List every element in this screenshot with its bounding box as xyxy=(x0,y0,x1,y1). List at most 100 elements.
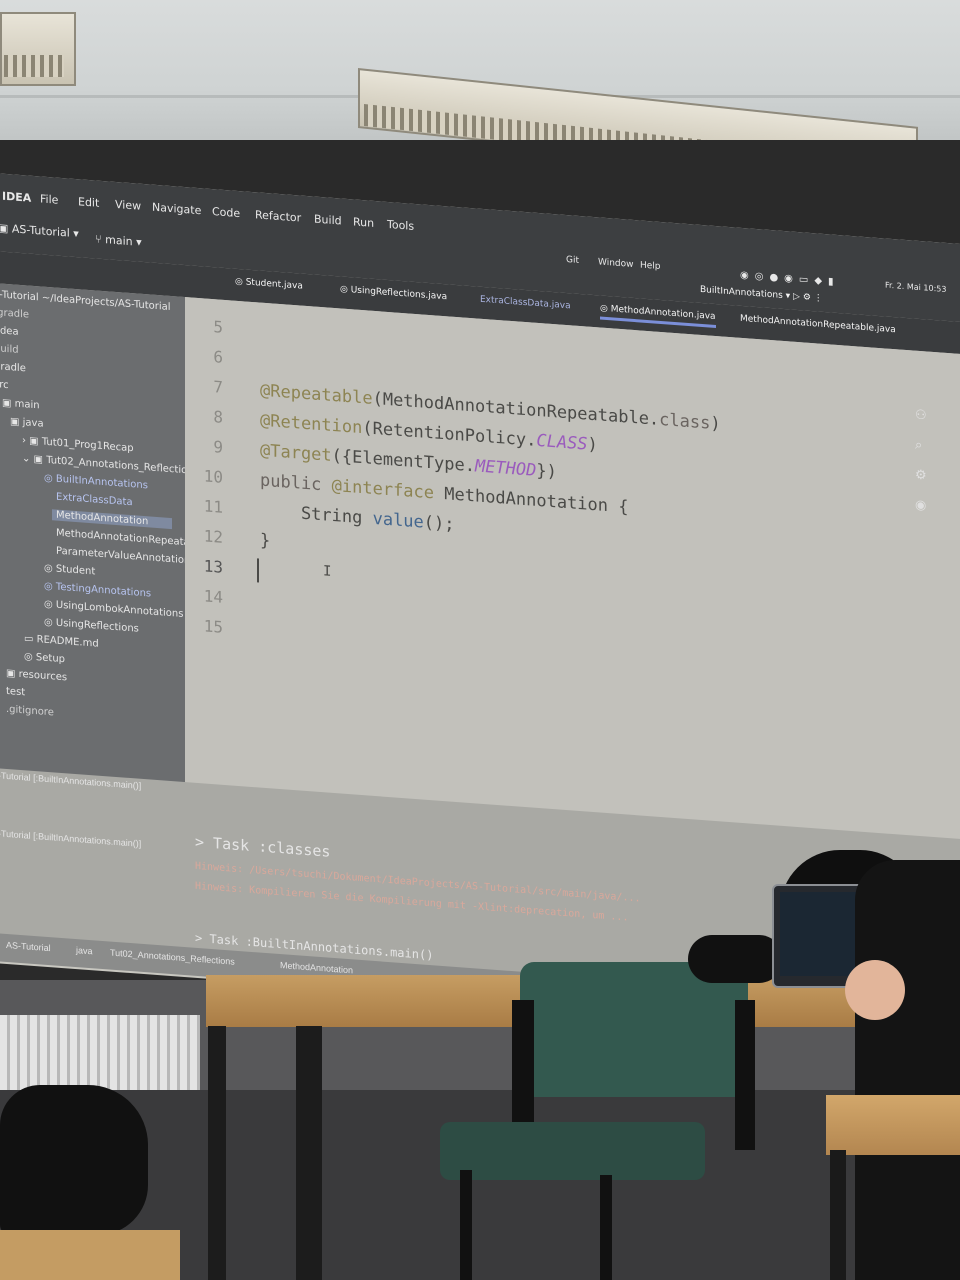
line-number-current: 13 xyxy=(203,556,223,577)
folder-icon: ▣ xyxy=(6,667,19,680)
project-switcher[interactable]: ▣ AS-Tutorial ▾ xyxy=(0,221,79,240)
markdown-icon: ▭ xyxy=(24,633,37,646)
menu-git[interactable]: Git xyxy=(566,255,579,266)
menu-tools[interactable]: Tools xyxy=(387,218,414,233)
text-caret xyxy=(257,558,259,583)
menu-file[interactable]: File xyxy=(40,192,58,206)
tree-class-usingreflections[interactable]: ◎ UsingReflections xyxy=(44,617,139,635)
tab-extraclassdata[interactable]: ExtraClassData.java xyxy=(480,295,571,312)
menu-window[interactable]: Window xyxy=(598,257,634,270)
bag xyxy=(0,1085,148,1235)
tree-file-readme[interactable]: ▭ README.md xyxy=(24,633,99,649)
menu-run[interactable]: Run xyxy=(353,215,374,230)
folder-icon: ▣ xyxy=(2,397,15,410)
desk xyxy=(0,1230,180,1280)
class-icon: ◎ xyxy=(44,472,56,485)
system-tray-icons: ◉◎●◉▭◆▮ xyxy=(740,269,840,289)
breadcrumb-item[interactable]: Tut02_Annotations_Reflections xyxy=(110,948,235,967)
menu-view[interactable]: View xyxy=(115,198,141,213)
chair-leg xyxy=(460,1170,472,1280)
tree-folder-resources[interactable]: ▣ resources xyxy=(6,668,67,683)
tab-usingreflections[interactable]: ◎ UsingReflections.java xyxy=(340,284,447,302)
annotation-icon: ◎ xyxy=(600,303,611,315)
line-number: 14 xyxy=(203,586,223,607)
tree-class-parametervalueannotation[interactable]: ParameterValueAnnotation xyxy=(56,546,190,567)
package-icon: ⌄ ▣ xyxy=(22,453,47,466)
menu-edit[interactable]: Edit xyxy=(78,195,99,210)
tree-package-tut01[interactable]: › ▣ Tut01_Prog1Recap xyxy=(22,435,134,454)
tree-folder-main[interactable]: ▣ main xyxy=(2,398,40,412)
tree-file-gitignore[interactable]: .gitignore xyxy=(6,704,54,719)
line-number: 15 xyxy=(203,616,223,637)
line-number: 12 xyxy=(203,526,223,547)
code-line-11: String value(); xyxy=(260,500,455,535)
menu-build[interactable]: Build xyxy=(314,213,342,228)
chair-frame xyxy=(512,1000,534,1140)
mouse-ibeam-icon: I xyxy=(323,563,332,580)
tree-folder-test[interactable]: test xyxy=(6,686,25,698)
desk-leg xyxy=(208,1026,226,1280)
tree-class-builtinannotations[interactable]: ◎ BuiltInAnnotations xyxy=(44,473,148,492)
tree-class-extraclassdata[interactable]: ExtraClassData xyxy=(56,492,133,509)
gear-icon[interactable]: ⚙ xyxy=(915,461,937,493)
ceiling-lamp-left-grille xyxy=(4,55,64,77)
desk-leg xyxy=(296,1026,322,1280)
tree-item[interactable]: .idea xyxy=(0,325,19,338)
tree-class-usinglombokannotations[interactable]: ◎ UsingLombokAnnotations xyxy=(44,599,183,620)
project-icon: ▣ xyxy=(0,221,9,236)
right-toolbar: ⚇ ⌕ ⚙ ◉ xyxy=(915,401,937,553)
radiator xyxy=(0,1015,200,1090)
menu-help[interactable]: Help xyxy=(640,260,661,272)
tree-class-student[interactable]: ◎ Student xyxy=(44,563,95,578)
class-icon: ◎ xyxy=(44,616,56,629)
chair-frame xyxy=(735,1000,755,1150)
menu-refactor[interactable]: Refactor xyxy=(255,208,301,224)
chair-leg xyxy=(600,1175,612,1280)
student-arm xyxy=(845,960,905,1020)
chair-seat xyxy=(440,1122,705,1180)
run-panel-item[interactable]: AS-Tutorial [:BuiltInAnnotations.main()] xyxy=(0,827,141,848)
system-clock: Fr. 2. Mai 10:53 xyxy=(885,280,947,294)
class-icon: ◎ xyxy=(44,598,56,611)
class-icon: ◎ xyxy=(44,580,56,593)
line-number: 11 xyxy=(203,496,223,517)
folder-icon: ▣ xyxy=(10,416,23,429)
package-icon: › ▣ xyxy=(22,435,42,448)
branch-switcher[interactable]: ⑂ main ▾ xyxy=(95,232,142,248)
tree-item[interactable]: src xyxy=(0,379,9,391)
search-icon[interactable]: ⌕ xyxy=(915,431,937,463)
breadcrumb-item[interactable]: AS-Tutorial xyxy=(6,940,51,953)
tree-item[interactable]: gradle xyxy=(0,361,26,374)
tree-folder-java[interactable]: ▣ java xyxy=(10,416,44,429)
breadcrumb-item-current[interactable]: MethodAnnotation xyxy=(280,960,353,975)
java-class-icon: ◎ xyxy=(340,284,351,296)
tree-class-testingannotations[interactable]: ◎ TestingAnnotations xyxy=(44,581,151,600)
menu-code[interactable]: Code xyxy=(212,205,240,220)
student xyxy=(855,860,960,1280)
line-number: 10 xyxy=(203,466,223,487)
desk xyxy=(826,1095,960,1155)
notifications-icon[interactable]: ◉ xyxy=(915,491,937,523)
person-icon[interactable]: ⚇ xyxy=(915,401,937,433)
code-line-12: } xyxy=(260,530,271,552)
tree-item-setup[interactable]: ◎ Setup xyxy=(24,651,65,665)
app-name: IDEA xyxy=(2,189,32,205)
tree-item[interactable]: .gradle xyxy=(0,307,29,321)
menu-navigate[interactable]: Navigate xyxy=(152,201,201,218)
tab-methodannotation[interactable]: ◎ MethodAnnotation.java xyxy=(600,303,716,329)
tab-student[interactable]: ◎ Student.java xyxy=(235,277,303,292)
java-class-icon: ◎ xyxy=(235,276,246,288)
class-icon: ◎ xyxy=(24,651,36,664)
tree-item[interactable]: build xyxy=(0,343,19,356)
branch-icon: ⑂ xyxy=(95,232,106,247)
gloves xyxy=(688,935,783,983)
breadcrumb-item[interactable]: java xyxy=(76,945,93,956)
line-number: 6 xyxy=(213,347,223,367)
tab-methodannotationrepeatable[interactable]: MethodAnnotationRepeatable.java xyxy=(740,314,896,335)
line-number: 8 xyxy=(213,407,223,427)
line-number: 9 xyxy=(213,437,223,457)
tree-class-methodannotation[interactable]: MethodAnnotation xyxy=(52,509,173,530)
line-number: 7 xyxy=(213,377,223,397)
class-icon: ◎ xyxy=(44,562,56,575)
line-number: 5 xyxy=(213,317,223,337)
